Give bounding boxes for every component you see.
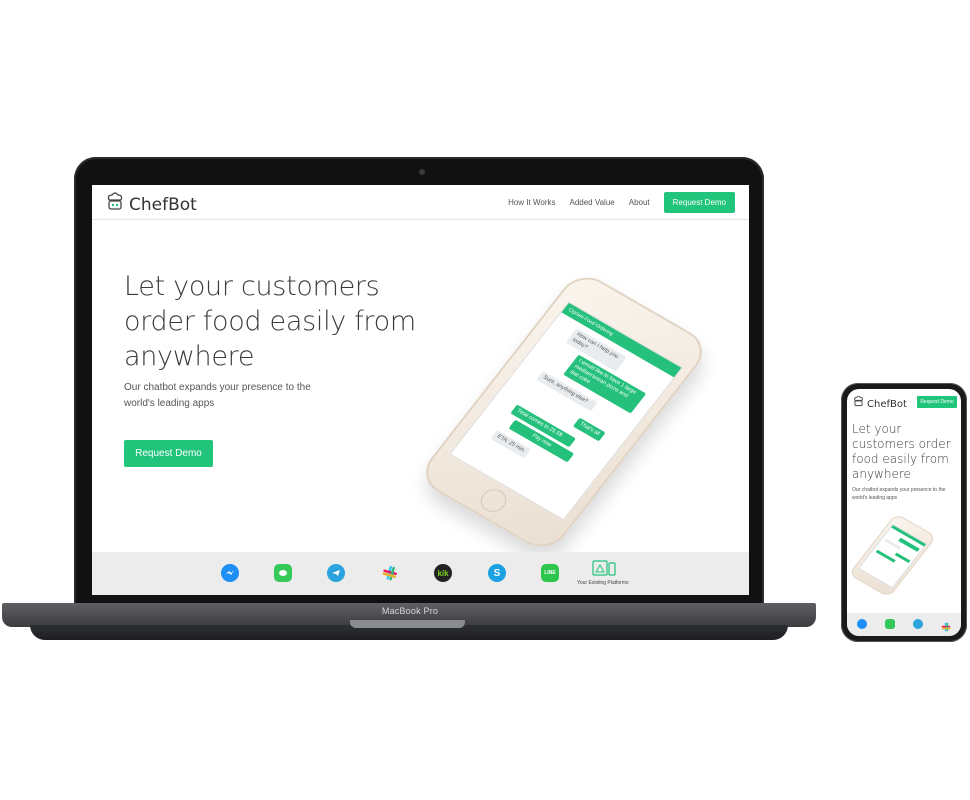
telegram-icon[interactable]: [913, 619, 923, 629]
laptop-camera: [419, 169, 425, 175]
messenger-icon[interactable]: [857, 619, 867, 629]
chat-bubble-user: That's all: [572, 417, 606, 442]
mobile-logo-text: ChefBot: [867, 398, 907, 410]
mobile-hero-subtitle: Our chatbot expands your presence to the…: [852, 487, 946, 501]
platform-bar: kik S LINE Your Existing Platforms: [92, 552, 749, 595]
nav-link-added-value[interactable]: Added Value: [570, 198, 615, 207]
existing-platforms-icon[interactable]: [592, 560, 616, 578]
imessage-icon[interactable]: [885, 619, 895, 629]
laptop-brand-label: MacBook Pro: [381, 606, 439, 616]
kik-icon[interactable]: kik: [434, 564, 452, 582]
imessage-icon[interactable]: [274, 564, 292, 582]
logo[interactable]: ChefBot: [104, 191, 197, 218]
nav-link-how-it-works[interactable]: How It Works: [508, 198, 555, 207]
mobile-hero-title: Let your customers order food easily fro…: [852, 422, 951, 481]
site-navbar: ChefBot How It Works Added Value About R…: [92, 185, 749, 220]
mobile-request-demo-button[interactable]: Request Demo: [917, 396, 957, 408]
hero-title: Let your customers order food easily fro…: [124, 271, 416, 372]
chef-hat-icon: [104, 191, 126, 218]
hero-request-demo-button[interactable]: Request Demo: [124, 440, 213, 467]
nav-links: How It Works Added Value About Request D…: [508, 192, 735, 213]
iphone-screen: ChefBot Request Demo Let your customers …: [847, 389, 961, 636]
mobile-platform-bar: [847, 613, 961, 636]
nav-link-about[interactable]: About: [629, 198, 650, 207]
slack-icon[interactable]: [941, 619, 951, 632]
laptop-opening-notch: [350, 620, 465, 628]
existing-platforms-label: Your Existing Platforms: [577, 580, 629, 586]
skype-icon[interactable]: S: [488, 564, 506, 582]
laptop-screen: ChefBot How It Works Added Value About R…: [92, 185, 749, 595]
mobile-phone-mockup: [848, 513, 937, 598]
logo-text: ChefBot: [129, 194, 197, 215]
line-icon[interactable]: LINE: [541, 564, 559, 582]
telegram-icon[interactable]: [327, 564, 345, 582]
hero-subtitle: Our chatbot expands your presence to the…: [124, 382, 311, 409]
phone-chat-screen: Cipriani Food Ordering How can I help yo…: [449, 301, 683, 521]
messenger-icon[interactable]: [221, 564, 239, 582]
nav-request-demo-button[interactable]: Request Demo: [663, 192, 735, 213]
slack-icon[interactable]: [381, 564, 399, 582]
mobile-phone-mockup-screen: [857, 523, 928, 589]
chef-hat-icon: [852, 395, 865, 413]
hero-phone-mockup: Cipriani Food Ordering How can I help yo…: [415, 268, 713, 556]
phone-home-button: [475, 485, 512, 517]
mobile-logo[interactable]: ChefBot: [852, 395, 907, 413]
